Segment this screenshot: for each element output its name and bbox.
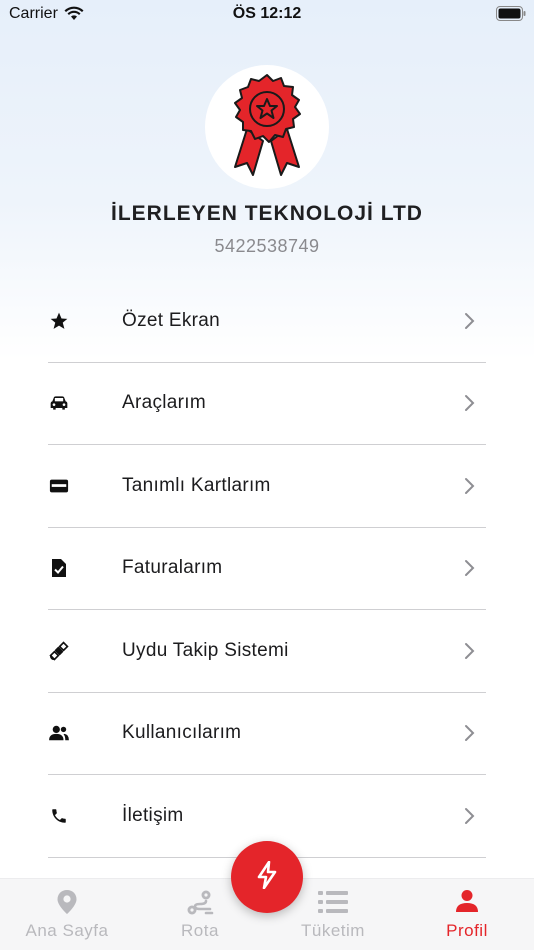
menu-item-label: Araçlarım — [122, 392, 206, 414]
tab-label: Tüketim — [301, 921, 365, 940]
clock: ÖS 12:12 — [232, 5, 302, 22]
person-icon — [407, 889, 527, 915]
profile-avatar — [205, 65, 329, 189]
chevron-right-icon — [464, 312, 476, 330]
chevron-right-icon — [464, 477, 476, 495]
menu-item-label: Uydu Takip Sistemi — [122, 639, 289, 661]
tab-home[interactable]: Ana Sayfa — [7, 879, 127, 950]
award-badge-icon — [234, 74, 301, 176]
car-icon — [48, 392, 70, 414]
battery-icon — [496, 6, 526, 26]
menu-item-summary[interactable]: Özet Ekran — [48, 280, 486, 363]
menu-item-label: Faturalarım — [122, 557, 223, 579]
menu-item-users[interactable]: Kullanıcılarım — [48, 693, 486, 775]
status-bar: Carrier ÖS 12:12 — [0, 0, 534, 28]
menu-item-satellite-tracking[interactable]: Uydu Takip Sistemi — [48, 610, 486, 693]
star-icon — [48, 310, 70, 332]
chevron-right-icon — [464, 394, 476, 412]
lightning-icon — [256, 860, 278, 894]
company-name: İLERLEYEN TEKNOLOJİ LTD — [111, 202, 423, 225]
profile-menu: Özet Ekran Araçlarım Tanımlı Kartlarım F… — [48, 280, 486, 858]
menu-item-vehicles[interactable]: Araçlarım — [48, 363, 486, 445]
invoice-icon — [48, 557, 70, 579]
chevron-right-icon — [464, 724, 476, 742]
location-pin-icon — [7, 889, 127, 915]
phone-icon — [48, 805, 70, 827]
chevron-right-icon — [464, 559, 476, 577]
phone-number: 5422538749 — [214, 236, 320, 256]
chevron-right-icon — [464, 807, 476, 825]
menu-item-label: İletişim — [122, 804, 184, 826]
menu-item-invoices[interactable]: Faturalarım — [48, 528, 486, 610]
menu-item-cards[interactable]: Tanımlı Kartlarım — [48, 445, 486, 528]
menu-item-label: Tanımlı Kartlarım — [122, 474, 271, 496]
menu-item-label: Kullanıcılarım — [122, 722, 242, 744]
tab-label: Profil — [446, 921, 488, 940]
tab-label: Ana Sayfa — [25, 921, 109, 940]
chevron-right-icon — [464, 642, 476, 660]
tab-profile[interactable]: Profil — [407, 879, 527, 950]
credit-card-icon — [48, 475, 70, 497]
menu-item-label: Özet Ekran — [122, 309, 221, 331]
tab-label: Rota — [181, 921, 219, 940]
users-icon — [48, 722, 70, 744]
quick-action-button[interactable] — [231, 841, 303, 913]
satellite-icon — [48, 640, 70, 662]
